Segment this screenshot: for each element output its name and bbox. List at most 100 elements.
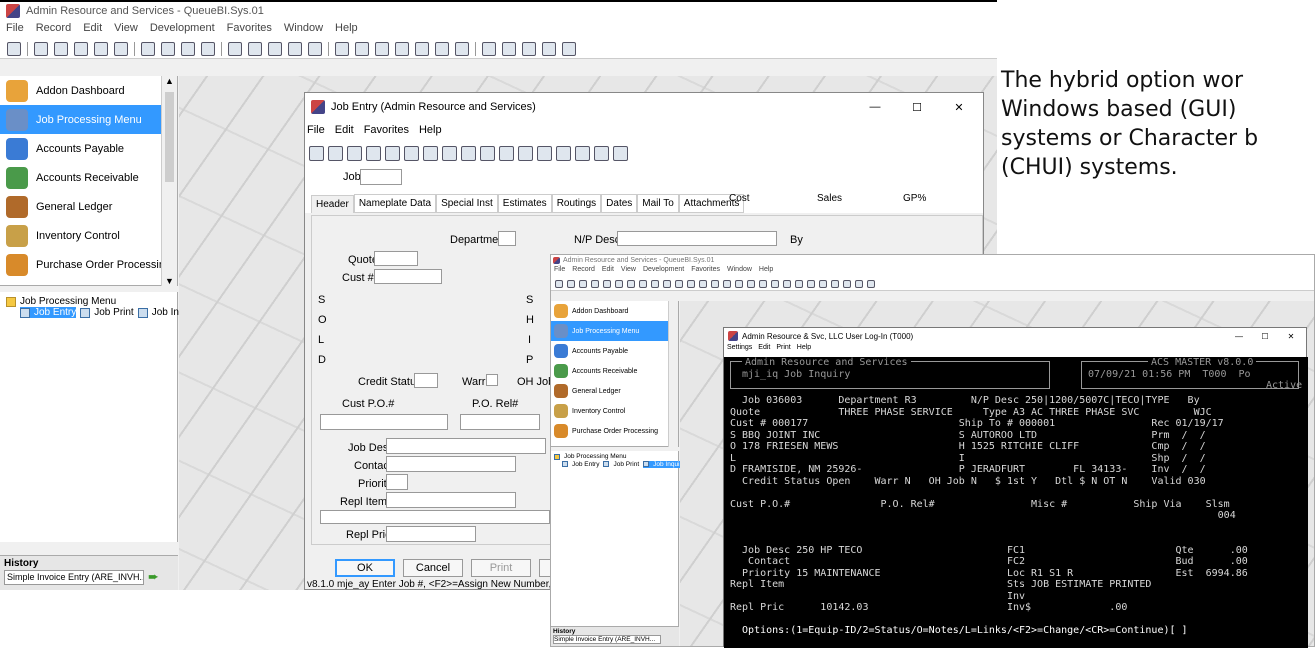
binoculars-icon[interactable] [735, 279, 743, 288]
close-grid-icon[interactable] [771, 279, 779, 288]
term-menu-settings[interactable]: Settings [727, 344, 752, 351]
term-menu-print[interactable]: Print [776, 344, 790, 351]
save-icon[interactable] [627, 279, 635, 288]
prev-record-icon[interactable] [248, 41, 262, 56]
paste-icon[interactable] [603, 279, 611, 288]
tab-routings[interactable]: Routings [551, 194, 602, 213]
np-desc-input[interactable] [617, 231, 777, 246]
nav-item-accounts-receivable[interactable]: Accounts Receivable [0, 163, 177, 192]
cut-icon[interactable] [385, 145, 400, 161]
cust-input[interactable] [374, 269, 442, 284]
home-icon[interactable] [7, 41, 21, 56]
terminal-minimize-icon[interactable]: — [1228, 332, 1250, 341]
go-icon[interactable] [181, 41, 195, 56]
je-menu-edit[interactable]: Edit [335, 124, 354, 136]
sec-menu-help[interactable]: Help [759, 266, 773, 273]
print-button[interactable]: Print [471, 559, 531, 577]
next-record-icon[interactable] [699, 279, 707, 288]
new-icon[interactable] [34, 41, 48, 56]
export-icon[interactable] [562, 41, 576, 56]
first-record-icon[interactable] [675, 279, 683, 288]
menu-window[interactable]: Window [284, 22, 323, 34]
sec-nav-item-accounts-payable[interactable]: Accounts Payable [551, 341, 678, 361]
sec-nav-item-inventory-control[interactable]: Inventory Control [551, 401, 678, 421]
copy-record-icon[interactable] [591, 279, 599, 288]
menu-edit[interactable]: Edit [83, 22, 102, 34]
job-desc-input[interactable] [386, 438, 546, 454]
columns-icon[interactable] [855, 279, 863, 288]
tab-estimates[interactable]: Estimates [497, 194, 552, 213]
nav-item-job-processing-menu[interactable]: Job Processing Menu [0, 105, 177, 134]
tree-item-job-entry[interactable]: Job Entry [20, 307, 77, 318]
nav-item-inventory-control[interactable]: Inventory Control [0, 221, 177, 250]
book-icon[interactable] [819, 279, 827, 288]
zoom-icon[interactable] [747, 279, 755, 288]
repl-item-input[interactable] [386, 492, 516, 508]
print-icon[interactable] [663, 279, 671, 288]
tab-mail-to[interactable]: Mail To [637, 194, 679, 213]
menu-favorites[interactable]: Favorites [227, 22, 272, 34]
scroll-up-icon[interactable]: ▲ [162, 76, 177, 86]
sec-nav-item-job-processing-menu[interactable]: Job Processing Menu [551, 321, 678, 341]
je-menu-file[interactable]: File [307, 124, 325, 136]
department-input[interactable] [498, 231, 516, 246]
paste-icon[interactable] [423, 145, 438, 161]
grid-icon[interactable] [759, 279, 767, 288]
copy-icon[interactable] [404, 145, 419, 161]
find-icon[interactable] [308, 41, 322, 56]
zoom-icon[interactable] [355, 41, 369, 56]
save-icon[interactable] [141, 41, 155, 56]
last-record-icon[interactable] [499, 145, 514, 161]
import-icon[interactable] [54, 41, 68, 56]
priority-input[interactable] [386, 474, 408, 490]
menu-help[interactable]: Help [335, 22, 358, 34]
sheet-icon[interactable] [807, 279, 815, 288]
terminal-maximize-icon[interactable]: ☐ [1254, 332, 1276, 341]
nav-item-purchase-order-processing[interactable]: Purchase Order Processing [0, 250, 177, 279]
list-icon[interactable] [435, 41, 449, 56]
tree-item-job-print[interactable]: Job Print [80, 307, 134, 318]
tab-header[interactable]: Header [311, 195, 354, 213]
new-icon[interactable] [567, 279, 575, 288]
notes-input[interactable] [320, 510, 550, 524]
second-history-select[interactable]: Simple Invoice Entry (ARE_INVH... [553, 635, 661, 644]
menu-view[interactable]: View [114, 22, 138, 34]
copy-record-icon[interactable] [74, 41, 88, 56]
nav-item-accounts-payable[interactable]: Accounts Payable [0, 134, 177, 163]
save-icon[interactable] [328, 145, 343, 161]
layout-icon[interactable] [522, 41, 536, 56]
last-record-icon[interactable] [288, 41, 302, 56]
nav-scrollbar[interactable]: ▲ ▼ [161, 76, 177, 286]
print-icon[interactable] [201, 41, 215, 56]
ok-button[interactable]: OK [335, 559, 395, 577]
notes-icon[interactable] [594, 145, 609, 161]
home-icon[interactable] [555, 279, 563, 288]
sec-tree-item-job-inquiry[interactable]: Job Inquiry [643, 460, 685, 468]
find-icon[interactable] [723, 279, 731, 288]
binoculars-icon[interactable] [537, 145, 552, 161]
second-nav-scrollbar[interactable] [668, 301, 678, 447]
export-icon[interactable] [867, 279, 875, 288]
sec-menu-view[interactable]: View [621, 266, 636, 273]
close-icon[interactable]: ✕ [941, 101, 977, 114]
app-logo-icon[interactable] [556, 145, 571, 161]
sec-tree-item-job-entry[interactable]: Job Entry [562, 461, 599, 469]
paste-icon[interactable] [94, 41, 108, 56]
next-record-icon[interactable] [480, 145, 495, 161]
print-icon[interactable] [366, 145, 381, 161]
sec-nav-item-accounts-receivable[interactable]: Accounts Receivable [551, 361, 678, 381]
columns-icon[interactable] [542, 41, 556, 56]
prev-record-icon[interactable] [687, 279, 695, 288]
cancel-button[interactable]: Cancel [403, 559, 463, 577]
term-menu-help[interactable]: Help [797, 344, 811, 351]
scroll-thumb[interactable] [165, 92, 174, 182]
tab-dates[interactable]: Dates [601, 194, 638, 213]
credit-status-input[interactable] [414, 373, 438, 388]
delete-icon[interactable] [114, 41, 128, 56]
minimize-icon[interactable]: — [857, 101, 893, 113]
terminal-screen[interactable]: Admin Resource and Services mji_iq Job I… [724, 357, 1308, 648]
sec-nav-item-purchase-order-processing[interactable]: Purchase Order Processing [551, 421, 678, 441]
sec-menu-development[interactable]: Development [643, 266, 684, 273]
repl-pric-input[interactable] [386, 526, 476, 542]
exit-icon[interactable] [613, 145, 628, 161]
